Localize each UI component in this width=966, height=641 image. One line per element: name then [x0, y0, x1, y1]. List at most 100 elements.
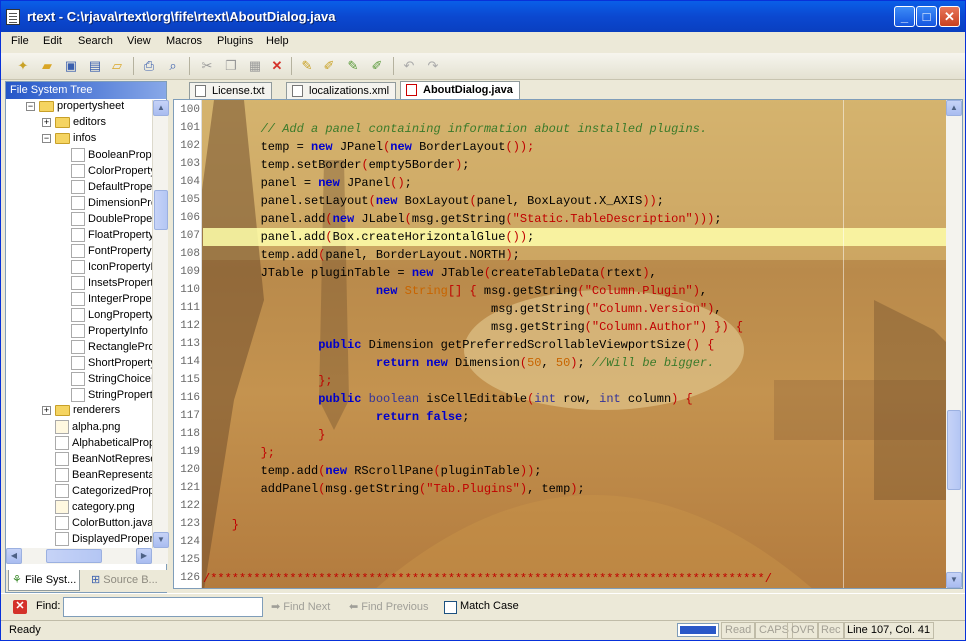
- tree-item[interactable]: FloatPropertyInfo: [71, 228, 152, 244]
- code-line[interactable]: /***************************************…: [203, 570, 946, 588]
- code-line[interactable]: new String[] { msg.getString("Column.Plu…: [203, 282, 946, 300]
- code-line[interactable]: msg.getString("Column.Version"),: [203, 300, 946, 318]
- tab-localizations[interactable]: localizations.xml: [286, 82, 397, 99]
- save-icon[interactable]: ▣: [63, 58, 79, 74]
- delete-icon[interactable]: ✕: [269, 58, 285, 74]
- expand-icon[interactable]: +: [42, 405, 51, 415]
- find-icon[interactable]: ✎: [299, 58, 315, 74]
- code-line[interactable]: [203, 498, 946, 516]
- menu-macros[interactable]: Macros: [166, 35, 202, 47]
- tree-item[interactable]: IconPropertyInfo: [71, 260, 152, 276]
- find-input[interactable]: [63, 597, 263, 617]
- tree-item[interactable]: CategorizedPropertySheet: [55, 484, 152, 500]
- menu-help[interactable]: Help: [266, 35, 289, 47]
- code-line[interactable]: [203, 534, 946, 552]
- tree-item[interactable]: − propertysheet: [26, 100, 124, 116]
- scroll-down-icon[interactable]: ▼: [946, 572, 962, 588]
- current-code-line[interactable]: panel.add(Box.createHorizontalGlue());: [203, 228, 946, 246]
- find-previous-button[interactable]: ⬅ Find Previous: [349, 600, 429, 613]
- match-case-checkbox[interactable]: [444, 601, 457, 614]
- maximize-button[interactable]: □: [916, 6, 937, 27]
- collapse-icon[interactable]: −: [42, 133, 51, 143]
- replace-next-icon[interactable]: ✐: [369, 58, 385, 74]
- code-line[interactable]: temp.add(panel, BorderLayout.NORTH);: [203, 246, 946, 264]
- code-text-area[interactable]: // Add a panel containing information ab…: [203, 100, 946, 588]
- code-line[interactable]: }: [203, 516, 946, 534]
- expand-icon[interactable]: +: [42, 117, 51, 127]
- menu-view[interactable]: View: [127, 35, 151, 47]
- find-next-icon[interactable]: ✐: [321, 58, 337, 74]
- tree-item[interactable]: IntegerPropertyInfo: [71, 292, 152, 308]
- scroll-down-icon[interactable]: ▼: [153, 532, 169, 548]
- print-preview-icon[interactable]: ⌕: [165, 58, 181, 74]
- scroll-thumb[interactable]: [947, 410, 961, 490]
- menu-edit[interactable]: Edit: [43, 35, 62, 47]
- paste-icon[interactable]: ▦: [247, 58, 263, 74]
- tree-item[interactable]: BeanRepresentation: [55, 468, 152, 484]
- undo-icon[interactable]: ↶: [401, 58, 417, 74]
- tree-item[interactable]: AlphabeticalPropertyComparator: [55, 436, 152, 452]
- replace-icon[interactable]: ✎: [345, 58, 361, 74]
- app-icon[interactable]: [6, 9, 20, 25]
- tree-item[interactable]: LongPropertyInfo: [71, 308, 152, 324]
- tree-item[interactable]: DoublePropertyInfo: [71, 212, 152, 228]
- code-line[interactable]: public Dimension getPreferredScrollableV…: [203, 336, 946, 354]
- tree-item[interactable]: ColorPropertyInfo: [71, 164, 152, 180]
- tree-item[interactable]: FontPropertyInfo: [71, 244, 152, 260]
- minimize-button[interactable]: _: [894, 6, 915, 27]
- tree-item[interactable]: PropertyInfo: [71, 324, 148, 340]
- collapse-icon[interactable]: −: [26, 101, 35, 111]
- code-line[interactable]: public boolean isCellEditable(int row, i…: [203, 390, 946, 408]
- code-line[interactable]: [203, 102, 946, 120]
- tree-item[interactable]: RectanglePropertyInfo: [71, 340, 152, 356]
- scroll-up-icon[interactable]: ▲: [153, 100, 169, 116]
- code-line[interactable]: temp = new JPanel(new BorderLayout());: [203, 138, 946, 156]
- code-line[interactable]: panel = new JPanel();: [203, 174, 946, 192]
- open-folder-icon[interactable]: ▰: [39, 58, 55, 74]
- menu-file[interactable]: File: [11, 35, 29, 47]
- code-line[interactable]: }: [203, 426, 946, 444]
- scroll-thumb[interactable]: [154, 190, 168, 230]
- code-line[interactable]: };: [203, 444, 946, 462]
- tree-item[interactable]: alpha.png: [55, 420, 120, 436]
- code-line[interactable]: return false;: [203, 408, 946, 426]
- file-tree[interactable]: − propertysheet + editors − infos BooleanPrope…: [6, 100, 152, 548]
- tree-vertical-scrollbar[interactable]: ▲ ▼: [152, 100, 169, 548]
- print-icon[interactable]: ⎙: [141, 58, 157, 74]
- tab-about-dialog[interactable]: AboutDialog.java: [400, 81, 520, 99]
- tree-horizontal-scrollbar[interactable]: ◀ ▶: [6, 548, 168, 564]
- tree-item[interactable]: DefaultPropertyInfo: [71, 180, 152, 196]
- find-next-button[interactable]: ➡ Find Next: [271, 600, 330, 613]
- copy-icon[interactable]: ❐: [223, 58, 239, 74]
- code-line[interactable]: // Add a panel containing information ab…: [203, 120, 946, 138]
- scroll-left-icon[interactable]: ◀: [6, 548, 22, 564]
- tree-item[interactable]: InsetsPropertyInfo: [71, 276, 152, 292]
- tab-source-browser[interactable]: ⊞ Source B...: [88, 570, 161, 591]
- menu-plugins[interactable]: Plugins: [217, 35, 253, 47]
- code-line[interactable]: };: [203, 372, 946, 390]
- tree-item[interactable]: + renderers: [42, 404, 120, 420]
- new-file-icon[interactable]: ✦: [15, 58, 31, 74]
- code-line[interactable]: panel.add(new JLabel(msg.getString("Stat…: [203, 210, 946, 228]
- tree-item[interactable]: DimensionPropertyInfo: [71, 196, 152, 212]
- code-line[interactable]: msg.getString("Column.Author") }) {: [203, 318, 946, 336]
- cut-icon[interactable]: ✂: [199, 58, 215, 74]
- tab-license[interactable]: License.txt: [189, 82, 272, 99]
- tree-item[interactable]: − infos: [42, 132, 96, 148]
- tree-item[interactable]: BeanNotRepresentableException: [55, 452, 152, 468]
- code-editor[interactable]: 100 101 102 103 104 105 106 107 108 109 110 111 112 1…: [173, 99, 963, 589]
- tree-item[interactable]: + editors: [42, 116, 106, 132]
- tab-file-system[interactable]: ⚘ File Syst...: [8, 570, 81, 591]
- save-all-icon[interactable]: ▤: [87, 58, 103, 74]
- tree-item[interactable]: ColorButton.java: [55, 516, 152, 532]
- scroll-up-icon[interactable]: ▲: [946, 100, 962, 116]
- title-bar[interactable]: rtext - C:\rjava\rtext\org\fife\rtext\Ab…: [1, 1, 965, 32]
- tree-item[interactable]: StringPropertyInfo: [71, 388, 152, 404]
- tree-item[interactable]: category.png: [55, 500, 135, 516]
- tree-item[interactable]: StringChoicePropertyInfo: [71, 372, 152, 388]
- tree-item[interactable]: ShortPropertyInfo: [71, 356, 152, 372]
- code-line[interactable]: JTable pluginTable = new JTable(createTa…: [203, 264, 946, 282]
- tree-item[interactable]: DisplayedPropertyInfo: [55, 532, 152, 548]
- code-line[interactable]: temp.add(new RScrollPane(pluginTable));: [203, 462, 946, 480]
- tree-item[interactable]: BooleanPropertyInfo: [71, 148, 152, 164]
